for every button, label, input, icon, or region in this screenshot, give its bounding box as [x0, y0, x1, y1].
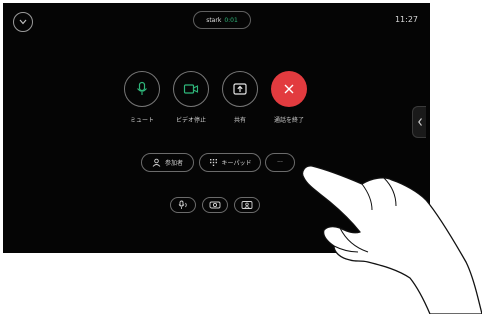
- pointing-hand-illustration: [301, 165, 482, 314]
